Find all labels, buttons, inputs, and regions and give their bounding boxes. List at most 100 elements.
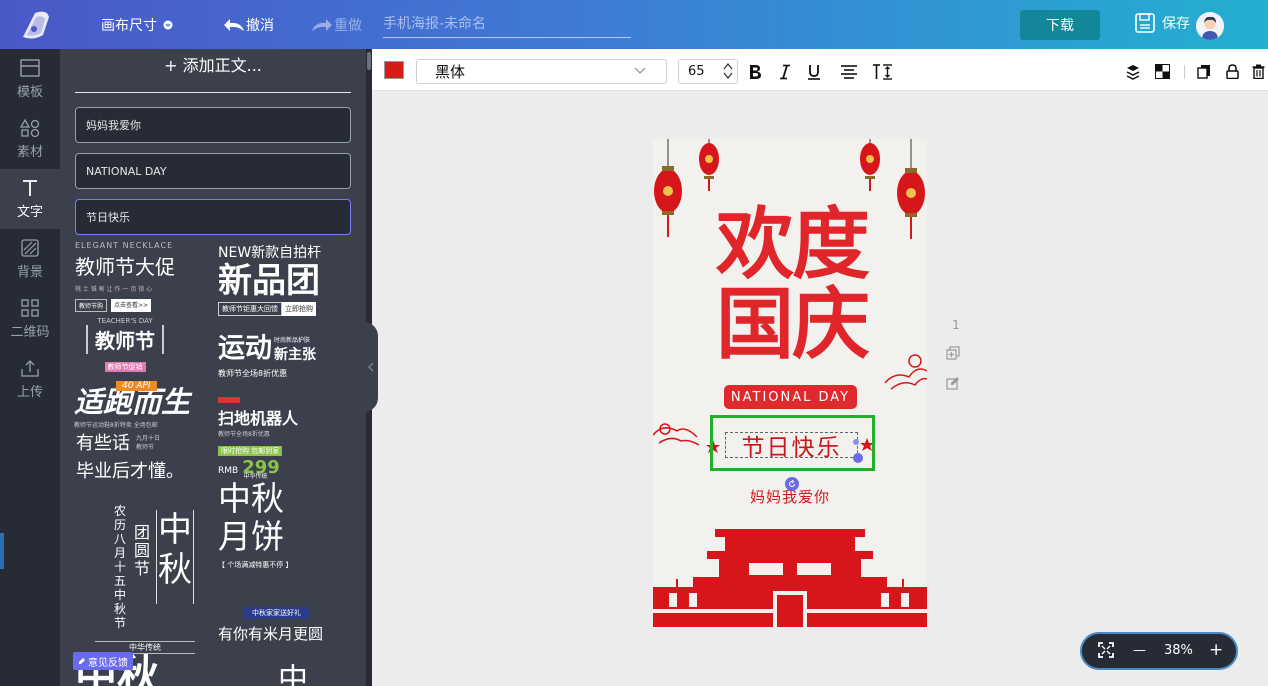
document-title-input[interactable] bbox=[383, 10, 631, 38]
template-text: NEW新款自拍杆 bbox=[218, 245, 322, 261]
font-size-input[interactable]: 65 bbox=[678, 59, 738, 84]
copy-icon bbox=[1197, 65, 1210, 79]
scrollbar-thumb[interactable] bbox=[367, 52, 371, 70]
template-text: 新主张 bbox=[274, 347, 316, 363]
nav-item-template[interactable]: 模板 bbox=[0, 49, 60, 109]
text-template-3[interactable]: TEACHER'S DAY 教师节 教师节促销 bbox=[80, 317, 170, 373]
cloud-icon bbox=[653, 423, 700, 446]
lantern-icon bbox=[860, 139, 880, 191]
text-template-6[interactable]: 扫地机器人 教师节全场8折优惠 限时抢购 包邮到家 RMB 299 bbox=[218, 397, 333, 478]
copy-button[interactable] bbox=[1196, 59, 1212, 84]
italic-button[interactable] bbox=[777, 59, 793, 84]
line-spacing-button[interactable] bbox=[872, 59, 894, 84]
app-logo[interactable] bbox=[0, 0, 70, 49]
font-family-select[interactable]: 黑体 bbox=[416, 59, 667, 84]
expand-icon bbox=[1098, 642, 1114, 658]
lock-icon bbox=[1225, 64, 1239, 79]
poster-headline-line1[interactable]: 欢度 bbox=[707, 205, 877, 285]
align-button[interactable] bbox=[840, 59, 858, 84]
left-navigation: 模板 素材 文字 背景 二维码 上传 bbox=[0, 49, 60, 686]
template-text: 有你有米月更圆 bbox=[218, 625, 324, 643]
transparency-button[interactable] bbox=[1154, 59, 1170, 84]
shapes-icon bbox=[20, 118, 40, 137]
canvas-size-menu[interactable]: 画布尺寸 bbox=[101, 0, 173, 49]
national-day-banner[interactable]: NATIONAL DAY bbox=[724, 385, 857, 409]
template-text: TEACHER'S DAY bbox=[97, 317, 153, 325]
zoom-out-button[interactable]: — bbox=[1133, 643, 1146, 658]
edit-page-button[interactable] bbox=[946, 376, 960, 393]
caret-down-icon[interactable] bbox=[723, 72, 733, 79]
undo-icon bbox=[224, 18, 244, 31]
nav-label: 背景 bbox=[16, 264, 43, 280]
template-text: 扫地机器人 bbox=[218, 409, 299, 428]
text-layer-field-selected[interactable]: 节日快乐 bbox=[75, 199, 351, 235]
text-template-1[interactable]: ELEGANT NECKLACE 教师节大促 桃 土 锥 晰 让 作 一 页 锁… bbox=[75, 241, 205, 312]
nav-item-background[interactable]: 背景 bbox=[0, 229, 60, 289]
undo-button[interactable]: 撤消 bbox=[222, 0, 274, 49]
cloud-icon bbox=[884, 354, 927, 390]
text-template-10[interactable]: 中秋家家送好礼 有你有米月更圆 bbox=[218, 600, 338, 644]
feedback-label: 意见反馈 bbox=[88, 657, 128, 669]
text-template-5[interactable]: 40 API 适跑而生 教师节运动鞋8折特卖 全场包邮 bbox=[74, 381, 204, 429]
template-text: 有些话 bbox=[76, 433, 130, 454]
font-family-value: 黑体 bbox=[435, 63, 466, 81]
text-template-7[interactable]: 有些话 九月十日 教师节 毕业后才懂。 bbox=[76, 429, 206, 483]
text-template-8[interactable]: 中华传统 中秋 月饼 【 个场满减特惠不停 】 bbox=[218, 471, 333, 570]
text-height-icon bbox=[873, 63, 892, 80]
layer-button[interactable] bbox=[1124, 59, 1142, 84]
text-template-4[interactable]: 运动 时尚新品护肤 新主张 教师节全场8折优惠 bbox=[218, 334, 333, 379]
nav-item-upload[interactable]: 上传 bbox=[0, 349, 60, 409]
nav-item-qrcode[interactable]: 二维码 bbox=[0, 289, 60, 349]
resize-handle[interactable] bbox=[853, 439, 859, 445]
canvas-size-label: 画布尺寸 bbox=[101, 17, 157, 34]
text-icon bbox=[23, 179, 37, 196]
resize-handle[interactable] bbox=[853, 453, 863, 463]
text-template-12[interactable]: 中 bbox=[278, 664, 318, 686]
save-label: 保存 bbox=[1162, 16, 1190, 32]
text-color-picker[interactable] bbox=[384, 61, 404, 79]
text-template-9[interactable]: 农历八月十五中秋节 团圆节 中秋 bbox=[112, 484, 208, 630]
fullscreen-button[interactable] bbox=[1098, 642, 1114, 662]
nav-label: 上传 bbox=[16, 384, 43, 400]
add-body-text-button[interactable]: + 添加正文... bbox=[75, 52, 351, 78]
duplicate-page-button[interactable] bbox=[946, 346, 960, 363]
bold-button[interactable] bbox=[747, 59, 763, 84]
font-size-stepper[interactable] bbox=[723, 63, 733, 79]
poster-headline-line2[interactable]: 国庆 bbox=[707, 285, 877, 365]
redo-button[interactable]: 重做 bbox=[310, 0, 362, 49]
text-layer-field[interactable]: 妈妈我爱你 bbox=[75, 107, 351, 143]
template-text: 新品团 bbox=[218, 261, 320, 301]
lantern-icon bbox=[699, 139, 719, 191]
template-icon bbox=[20, 58, 40, 77]
template-text: 教师节运动鞋8折特卖 全场包邮 bbox=[74, 422, 158, 429]
pencil-icon bbox=[79, 658, 85, 664]
template-text: 教师节全场8折优惠 bbox=[218, 369, 288, 378]
template-text: 40 API bbox=[116, 381, 157, 391]
delete-button[interactable] bbox=[1250, 59, 1266, 84]
save-button[interactable]: 保存 bbox=[1134, 12, 1190, 34]
user-avatar[interactable] bbox=[1196, 12, 1224, 40]
checkerboard-icon bbox=[1154, 64, 1170, 79]
template-text: 时尚新品护肤 bbox=[274, 337, 311, 344]
love-text-element[interactable]: 妈妈我爱你 bbox=[720, 486, 860, 507]
nav-item-text[interactable]: 文字 bbox=[0, 169, 60, 229]
text-template-2[interactable]: NEW新款自拍杆 新品团 教师节钜惠大回馈 立即抢购 bbox=[218, 242, 333, 316]
underline-button[interactable] bbox=[806, 59, 822, 84]
caret-up-icon[interactable] bbox=[723, 63, 733, 70]
download-button[interactable]: 下载 bbox=[1020, 10, 1100, 40]
collapse-panel-button[interactable] bbox=[364, 322, 378, 412]
zoom-control: — 38% + bbox=[1080, 632, 1238, 670]
nav-label: 文字 bbox=[16, 204, 43, 220]
template-text: 中 bbox=[278, 664, 308, 686]
lock-button[interactable] bbox=[1224, 59, 1240, 84]
feedback-button[interactable]: 意见反馈 bbox=[73, 652, 133, 670]
selected-text-element[interactable]: 节日快乐 bbox=[725, 432, 858, 461]
nav-item-material[interactable]: 素材 bbox=[0, 109, 60, 169]
template-text: 教师节促销 bbox=[104, 362, 146, 372]
text-layer-field[interactable]: NATIONAL DAY bbox=[75, 153, 351, 189]
zoom-in-button[interactable]: + bbox=[1209, 640, 1223, 660]
trash-icon bbox=[1252, 64, 1264, 79]
template-decoration bbox=[218, 397, 240, 403]
nav-label: 素材 bbox=[16, 144, 43, 160]
redo-label: 重做 bbox=[334, 17, 362, 34]
